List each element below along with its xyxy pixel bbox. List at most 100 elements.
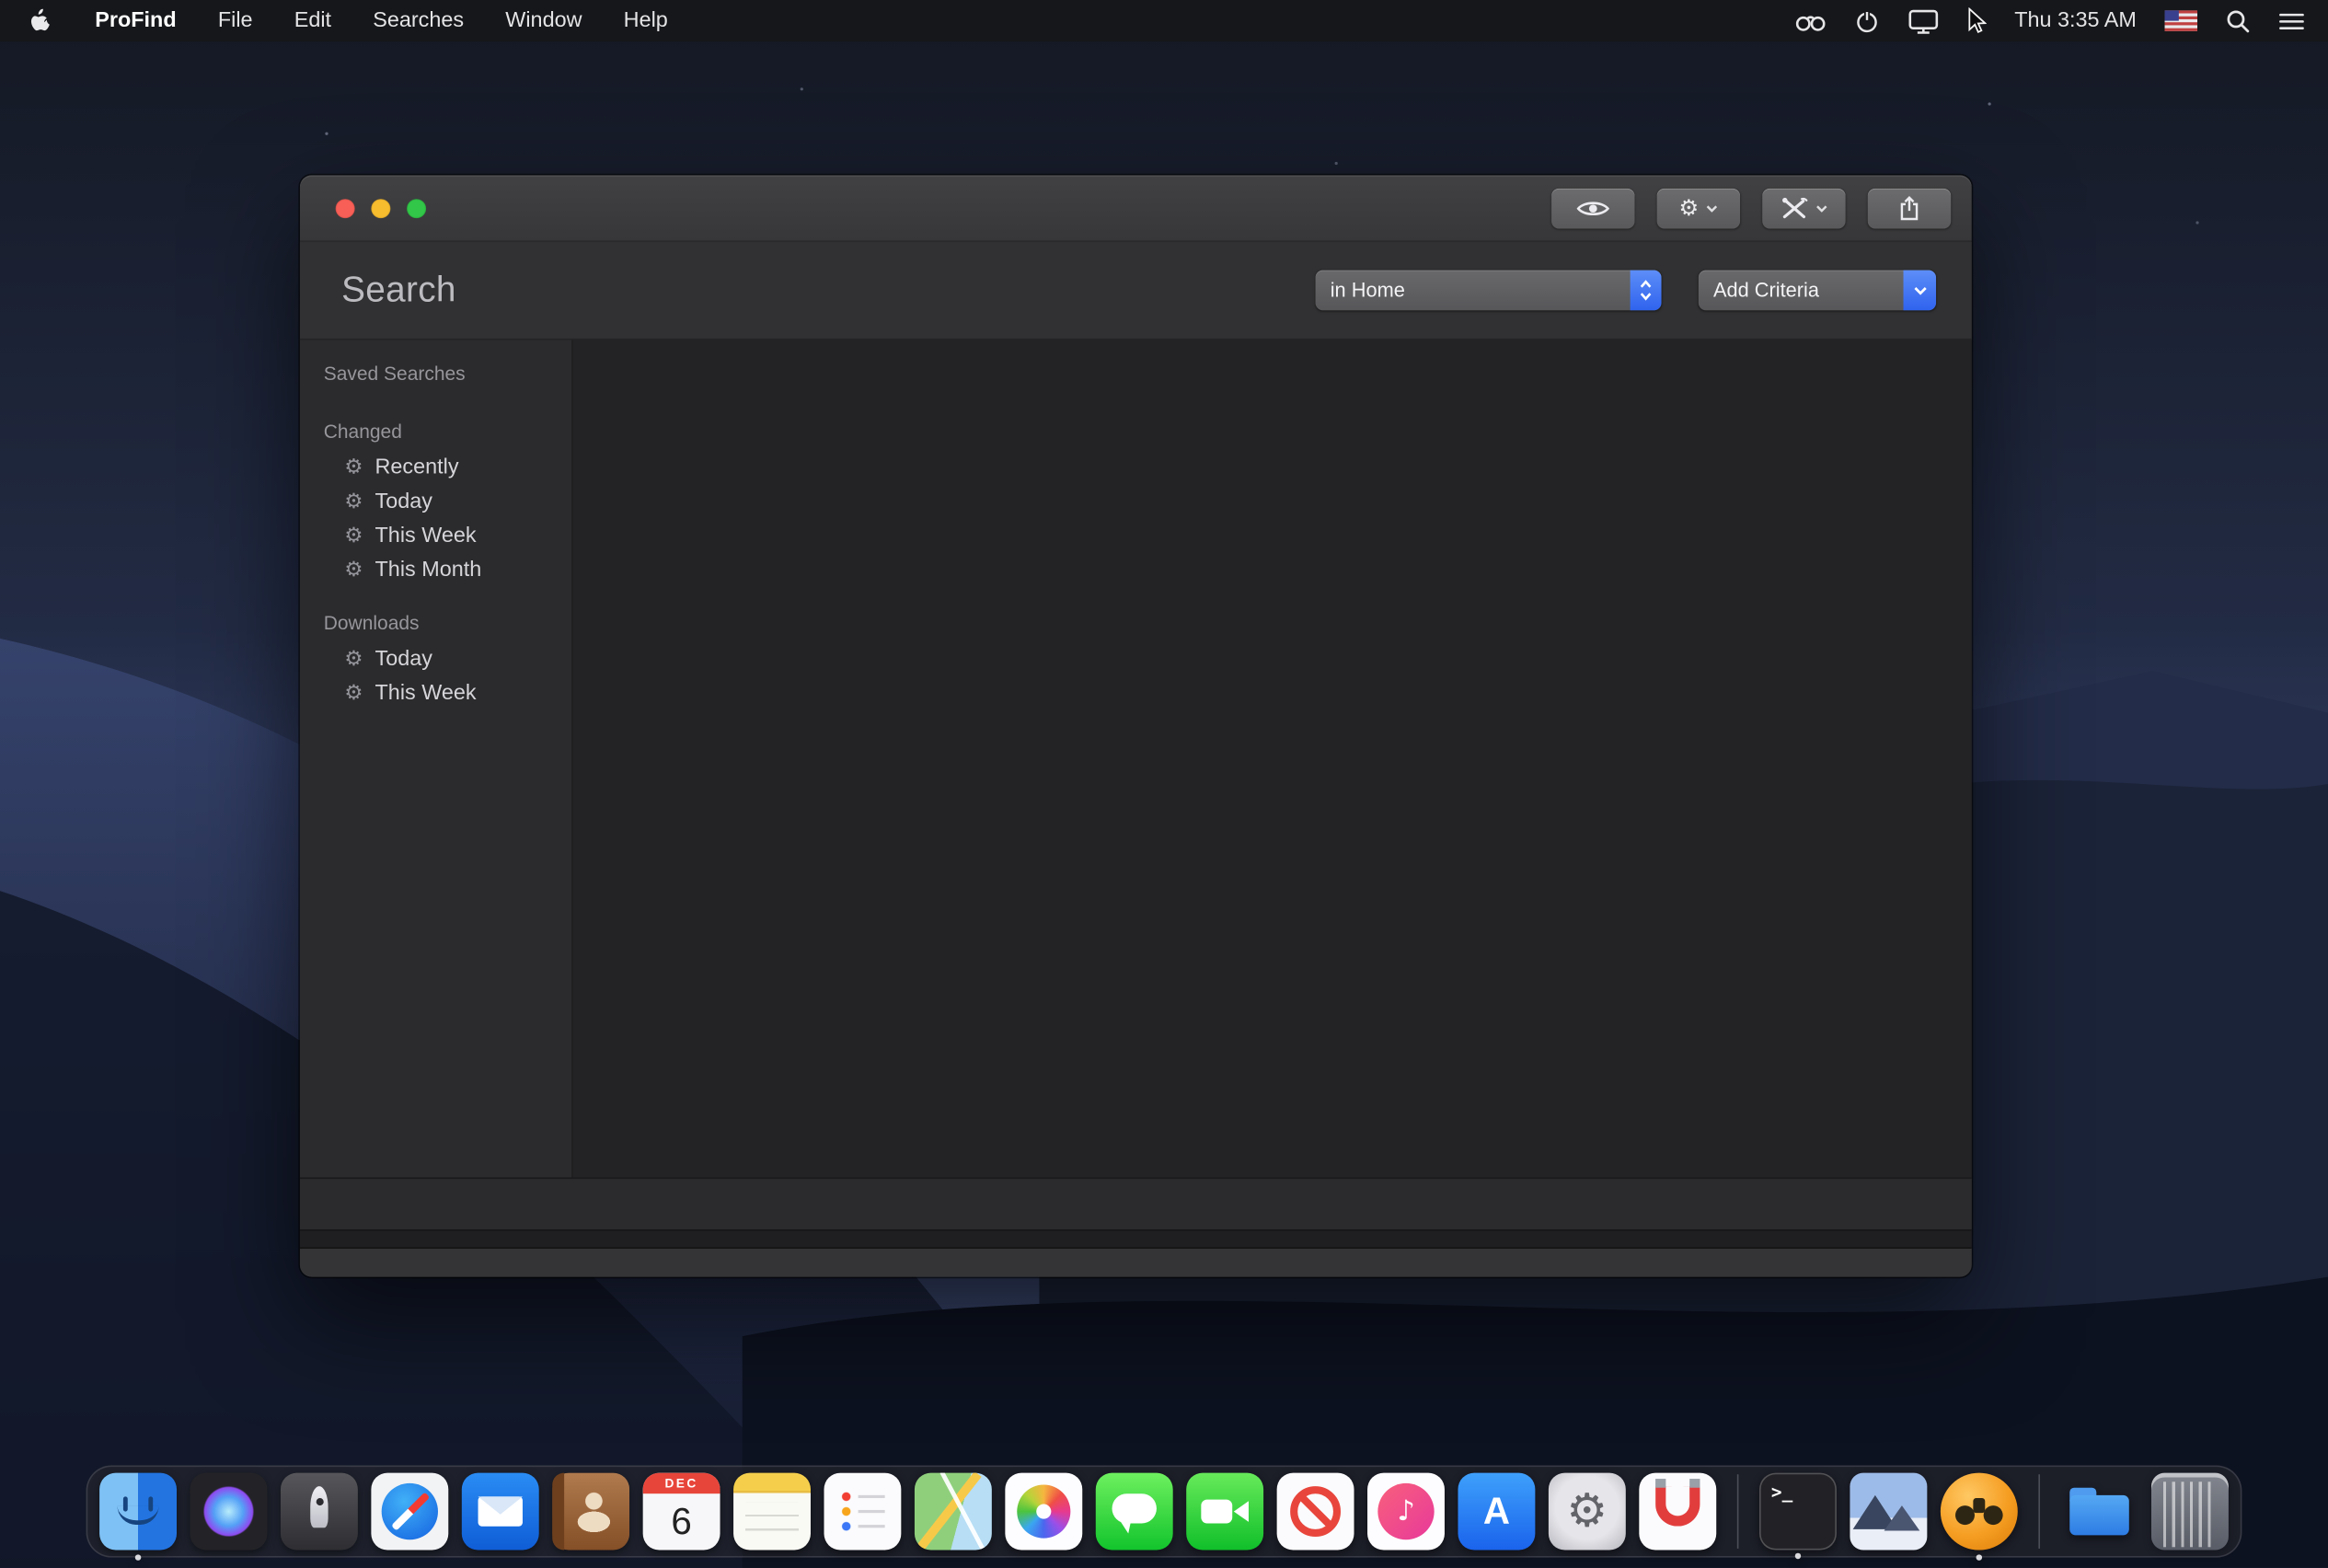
running-indicator xyxy=(1795,1553,1801,1559)
results-area[interactable] xyxy=(573,340,1972,1177)
dock: DEC 6 ♪ A ⚙ >_ xyxy=(86,1466,2242,1558)
scope-popup[interactable]: in Home xyxy=(1316,271,1662,311)
search-header: Search in Home Add Criteria xyxy=(300,242,1972,340)
minimize-button[interactable] xyxy=(371,198,390,217)
dock-icon-preview[interactable] xyxy=(1850,1473,1927,1551)
menu-window[interactable]: Window xyxy=(505,9,582,33)
share-icon xyxy=(1899,195,1920,220)
dock-icon-safari[interactable] xyxy=(371,1473,448,1551)
app-store-a-icon: A xyxy=(1458,1473,1535,1551)
dock-icon-facetime[interactable] xyxy=(1186,1473,1263,1551)
add-criteria-label: Add Criteria xyxy=(1699,279,1904,301)
dock-icon-no-entry[interactable] xyxy=(1277,1473,1354,1551)
menu-file[interactable]: File xyxy=(218,9,253,33)
dock-icon-photos[interactable] xyxy=(1005,1473,1082,1551)
dock-icon-app-store[interactable]: A xyxy=(1458,1473,1535,1551)
popup-stepper-icon xyxy=(1631,271,1662,311)
dock-icon-profind[interactable] xyxy=(1941,1473,2018,1551)
menu-help[interactable]: Help xyxy=(624,9,668,33)
dock-icon-downloads-folder[interactable] xyxy=(2061,1473,2138,1551)
saved-searches-sidebar: Saved Searches Changed ⚙ Recently ⚙ Toda… xyxy=(300,340,573,1177)
dock-icon-system-preferences[interactable]: ⚙ xyxy=(1549,1473,1626,1551)
gear-icon: ⚙ xyxy=(344,456,363,478)
eye-icon xyxy=(1577,198,1609,217)
sidebar-item-changed-this-week[interactable]: ⚙ This Week xyxy=(300,518,571,552)
sidebar-item-downloads-this-week[interactable]: ⚙ This Week xyxy=(300,675,571,709)
footer-bar xyxy=(300,1247,1972,1276)
desktop: ProFind File Edit Searches Window Help xyxy=(0,0,2328,1568)
binoculars-status-icon[interactable] xyxy=(1794,9,1826,31)
sidebar-item-label: Today xyxy=(375,647,432,671)
running-indicator xyxy=(1976,1554,1982,1560)
menu-searches[interactable]: Searches xyxy=(373,9,464,33)
apple-menu-icon[interactable] xyxy=(29,8,51,33)
mouse-cursor xyxy=(1967,6,1987,35)
sidebar-item-changed-recently[interactable]: ⚙ Recently xyxy=(300,450,571,484)
traffic-lights xyxy=(336,198,426,217)
tools-menu-button[interactable] xyxy=(1762,188,1845,228)
dock-icon-terminal[interactable]: >_ xyxy=(1759,1473,1837,1551)
dock-icon-contacts[interactable] xyxy=(552,1473,629,1551)
sidebar-item-label: Today xyxy=(375,490,432,513)
gear-icon: ⚙ xyxy=(344,682,363,703)
running-indicator xyxy=(135,1554,141,1560)
dock-icon-messages[interactable] xyxy=(1096,1473,1173,1551)
gear-icon: ⚙ xyxy=(344,525,363,546)
gear-icon: ⚙ xyxy=(1679,197,1700,219)
sidebar-item-changed-this-month[interactable]: ⚙ This Month xyxy=(300,552,571,586)
actions-menu-button[interactable]: ⚙ xyxy=(1657,188,1740,228)
add-criteria-popup[interactable]: Add Criteria xyxy=(1699,271,1936,311)
dock-separator xyxy=(2038,1474,2040,1549)
status-divider xyxy=(300,1229,1972,1247)
sidebar-item-label: Recently xyxy=(375,455,459,479)
sidebar-section-downloads: Downloads xyxy=(300,612,571,634)
dock-icon-music[interactable]: ♪ xyxy=(1367,1473,1445,1551)
scope-popup-value: in Home xyxy=(1316,279,1631,301)
calendar-month-label: DEC xyxy=(643,1473,720,1494)
sidebar-item-label: This Month xyxy=(375,558,482,582)
music-note-icon: ♪ xyxy=(1367,1473,1445,1551)
tools-icon xyxy=(1781,197,1809,219)
zoom-button[interactable] xyxy=(407,198,426,217)
gear-icon: ⚙ xyxy=(344,490,363,512)
gear-icon: ⚙ xyxy=(344,648,363,669)
input-source-flag-icon[interactable] xyxy=(2165,10,2197,31)
gear-icon: ⚙ xyxy=(1549,1473,1626,1551)
dock-icon-mail[interactable] xyxy=(462,1473,539,1551)
chevron-down-icon xyxy=(1904,271,1936,311)
power-status-icon[interactable] xyxy=(1854,8,1879,33)
profind-window: ⚙ xyxy=(300,175,1972,1276)
window-titlebar[interactable]: ⚙ xyxy=(300,175,1972,242)
menu-app-name[interactable]: ProFind xyxy=(95,9,176,33)
chevron-down-icon xyxy=(1815,204,1827,212)
dock-icon-magnet[interactable] xyxy=(1639,1473,1716,1551)
sidebar-section-changed: Changed xyxy=(300,421,571,443)
sidebar-title: Saved Searches xyxy=(300,363,571,385)
status-bar xyxy=(300,1178,1972,1229)
sidebar-item-changed-today[interactable]: ⚙ Today xyxy=(300,484,571,518)
chevron-down-icon xyxy=(1706,204,1718,212)
sidebar-item-downloads-today[interactable]: ⚙ Today xyxy=(300,641,571,675)
dock-icon-trash[interactable] xyxy=(2151,1473,2229,1551)
notification-center-icon[interactable] xyxy=(2279,11,2304,30)
menu-clock[interactable]: Thu 3:35 AM xyxy=(2014,9,2137,33)
dock-icon-reminders[interactable] xyxy=(824,1473,902,1551)
close-button[interactable] xyxy=(336,198,355,217)
calendar-day-label: 6 xyxy=(671,1493,691,1550)
sidebar-item-label: This Week xyxy=(375,681,477,705)
dock-icon-finder[interactable] xyxy=(99,1473,177,1551)
dock-icon-launchpad[interactable] xyxy=(281,1473,358,1551)
dock-icon-siri[interactable] xyxy=(190,1473,268,1551)
menu-edit[interactable]: Edit xyxy=(294,9,331,33)
preview-toggle-button[interactable] xyxy=(1551,188,1634,228)
spotlight-search-icon[interactable] xyxy=(2226,8,2251,33)
sidebar-item-label: This Week xyxy=(375,524,477,548)
menu-bar: ProFind File Edit Searches Window Help xyxy=(0,0,2328,41)
toolbar-buttons: ⚙ xyxy=(1551,188,1951,228)
share-button[interactable] xyxy=(1868,188,1951,228)
dock-separator xyxy=(1737,1474,1739,1549)
dock-icon-calendar[interactable]: DEC 6 xyxy=(643,1473,720,1551)
dock-icon-maps[interactable] xyxy=(915,1473,992,1551)
dock-icon-notes[interactable] xyxy=(733,1473,811,1551)
display-mirroring-icon[interactable] xyxy=(1907,8,1939,33)
